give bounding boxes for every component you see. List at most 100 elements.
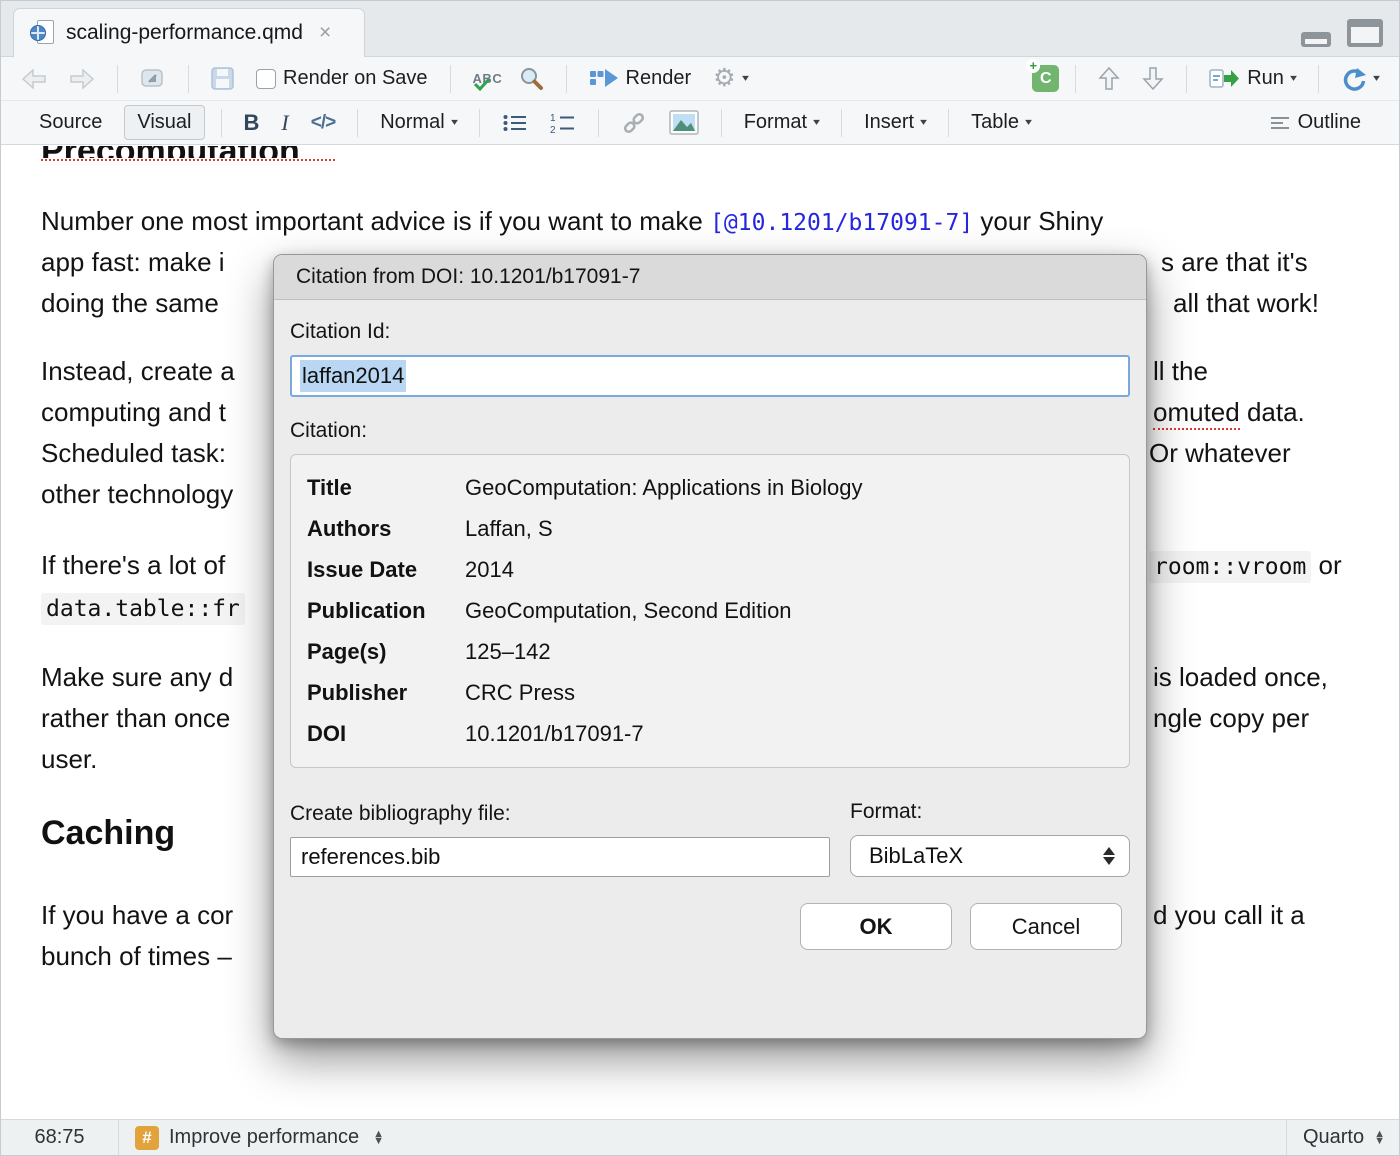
field-label: Publisher <box>307 680 465 706</box>
back-icon[interactable] <box>15 64 53 94</box>
find-icon[interactable] <box>513 62 550 95</box>
run-button[interactable]: Run ▾ <box>1203 63 1302 94</box>
cursor-position: 68:75 <box>1 1120 119 1155</box>
doc-line: is loaded once, <box>1153 660 1328 694</box>
doc-line: data.table::fr <box>41 590 245 626</box>
doc-line: room::vroom or <box>1149 548 1342 584</box>
render-on-save-checkbox[interactable] <box>256 69 276 89</box>
minimize-pane-icon[interactable] <box>1301 32 1331 47</box>
table-menu[interactable]: Table ▾ <box>965 107 1037 138</box>
mode-selector[interactable]: Quarto ▲▼ <box>1286 1120 1400 1155</box>
field-value: Laffan, S <box>465 516 1113 542</box>
doc-line: Instead, create a <box>41 354 235 388</box>
field-label: Page(s) <box>307 639 465 665</box>
rerun-button[interactable]: ▾ <box>1335 63 1385 95</box>
outline-icon <box>1269 114 1291 132</box>
doc-line: d you call it a <box>1153 898 1305 932</box>
heading-caching: Caching <box>41 814 175 853</box>
field-value: 125–142 <box>465 639 1113 665</box>
doc-line: ngle copy per <box>1153 701 1309 735</box>
doc-line: Make sure any d <box>41 660 233 694</box>
inline-code: room::vroom <box>1149 551 1311 583</box>
insert-chunk-button[interactable]: C+ <box>1032 65 1059 92</box>
dialog-title: Citation from DOI: 10.1201/b17091-7 <box>274 255 1146 300</box>
doc-line: If you have a cor <box>41 898 233 932</box>
open-in-window-icon[interactable] <box>134 64 172 94</box>
quarto-file-icon <box>30 19 54 47</box>
field-label: Issue Date <box>307 557 465 583</box>
citation-preview-panel: TitleGeoComputation: Applications in Bio… <box>290 454 1130 768</box>
run-previous-icon[interactable] <box>1092 62 1126 95</box>
caret-down-icon: ▾ <box>920 117 927 128</box>
doc-line: If there's a lot of <box>41 548 225 582</box>
caret-down-icon: ▾ <box>1025 117 1032 128</box>
doc-line: omuted data. <box>1153 395 1305 429</box>
image-icon[interactable] <box>663 106 705 139</box>
status-bar: 68:75 # Improve performance ▲▼ Quarto ▲▼ <box>1 1119 1400 1155</box>
render-button[interactable]: Render <box>583 63 698 94</box>
caret-down-icon: ▾ <box>813 117 820 128</box>
field-value: CRC Press <box>465 680 1113 706</box>
paragraph-style-dropdown[interactable]: Normal ▾ <box>374 107 462 138</box>
citation-id-value: laffan2014 <box>300 360 406 392</box>
hash-icon: # <box>135 1126 159 1150</box>
render-options-button[interactable]: ⚙ ▾ <box>707 62 753 95</box>
caret-down-icon: ▾ <box>1290 73 1297 84</box>
field-label: DOI <box>307 721 465 747</box>
section-navigator[interactable]: # Improve performance ▲▼ <box>119 1126 384 1150</box>
spellcheck-icon[interactable]: ABC <box>467 64 503 94</box>
heading-precomputation: Precomputation <box>41 146 300 158</box>
svg-text:2: 2 <box>550 125 556 134</box>
italic-button[interactable]: I <box>275 106 294 140</box>
field-label: Publication <box>307 598 465 624</box>
run-label: Run <box>1247 67 1284 90</box>
field-value: GeoComputation, Second Edition <box>465 598 1113 624</box>
citation-id-input[interactable]: laffan2014 <box>290 355 1130 397</box>
field-label: Title <box>307 475 465 501</box>
format-menu[interactable]: Format ▾ <box>738 107 825 138</box>
inline-code: data.table::fr <box>41 593 245 625</box>
maximize-pane-icon[interactable] <box>1347 19 1383 47</box>
doc-line: app fast: make i <box>41 245 225 279</box>
forward-icon[interactable] <box>63 64 101 94</box>
outline-toggle[interactable]: Outline <box>1263 107 1367 138</box>
tab-title: scaling-performance.qmd <box>66 21 303 45</box>
spellcheck-underline <box>41 159 335 161</box>
source-mode-button[interactable]: Source <box>27 106 114 139</box>
render-on-save-toggle[interactable]: Render on Save <box>250 63 434 94</box>
tab-scaling-performance[interactable]: scaling-performance.qmd × <box>13 8 365 57</box>
numbered-list-icon[interactable]: 12 <box>544 108 582 138</box>
field-value: 2014 <box>465 557 1113 583</box>
doc-line: bunch of times – <box>41 939 232 973</box>
format-label: Format: <box>850 800 1130 824</box>
doc-line: s are that it's <box>1161 245 1308 279</box>
plus-icon: + <box>1026 59 1040 73</box>
bibliography-label: Create bibliography file: <box>290 802 830 826</box>
run-icon <box>1209 68 1240 89</box>
format-toolbar: Source Visual B I </> Normal ▾ 12 Format… <box>1 101 1399 145</box>
ok-button[interactable]: OK <box>800 903 952 950</box>
bullet-list-icon[interactable] <box>496 108 534 138</box>
save-icon[interactable] <box>205 63 240 94</box>
code-button[interactable]: </> <box>305 108 341 138</box>
doc-line: ll the <box>1153 354 1208 388</box>
doc-line: user. <box>41 742 97 776</box>
format-select-value: BibLaTeX <box>869 843 963 869</box>
doc-line: Number one most important advice is if y… <box>41 204 1103 240</box>
gear-icon: ⚙ <box>713 66 735 91</box>
render-icon <box>589 68 619 89</box>
tab-close-icon[interactable]: × <box>319 21 331 45</box>
caret-down-icon: ▾ <box>451 117 458 128</box>
cancel-button[interactable]: Cancel <box>970 903 1122 950</box>
run-next-icon[interactable] <box>1136 62 1170 95</box>
bibliography-file-input[interactable] <box>290 837 830 877</box>
doc-line: other technology <box>41 477 233 511</box>
section-name: Improve performance <box>169 1126 359 1149</box>
bold-button[interactable]: B <box>238 106 266 140</box>
visual-mode-button[interactable]: Visual <box>124 105 204 140</box>
doc-line: Scheduled task: <box>41 436 226 470</box>
doc-line: computing and t <box>41 395 226 429</box>
insert-menu[interactable]: Insert ▾ <box>858 107 932 138</box>
link-icon[interactable] <box>615 106 653 140</box>
format-select[interactable]: BibLaTeX <box>850 835 1130 877</box>
